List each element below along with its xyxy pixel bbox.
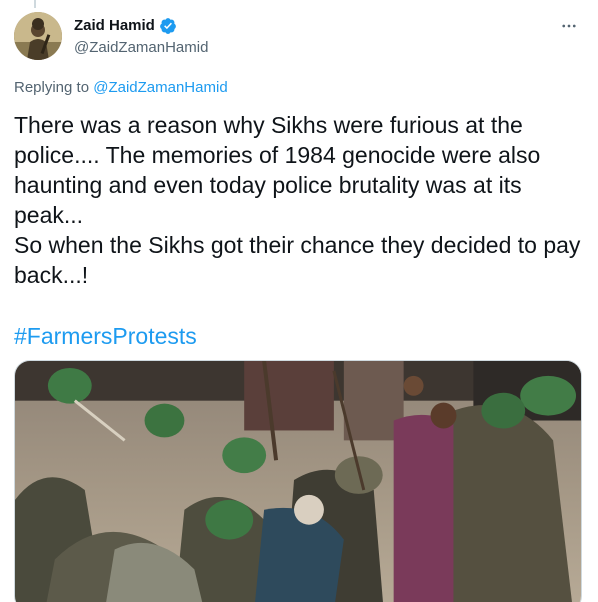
thread-connector-line (34, 0, 36, 8)
tweet-text-line: back...! (14, 262, 89, 288)
avatar[interactable] (14, 12, 62, 60)
profile-photo-icon (14, 12, 62, 60)
replying-to-link[interactable]: @ZaidZamanHamid (93, 79, 227, 96)
tweet-text-line: peak... (14, 202, 84, 228)
video-thumbnail-icon (15, 361, 581, 602)
tweet-text-line: There was a reason why Sikhs were furiou… (14, 112, 523, 138)
more-options-icon (562, 24, 576, 28)
tweet-text-line: police.... The memories of 1984 genocide… (14, 142, 541, 168)
tweet-text-line: haunting and even today police brutality… (14, 172, 522, 198)
hashtag-link[interactable]: #FarmersProtests (14, 321, 197, 351)
tweet-text-line: So when the Sikhs got their chance they … (14, 232, 581, 258)
tweet-body: There was a reason why Sikhs were furiou… (14, 110, 588, 290)
verified-badge-icon (159, 17, 177, 35)
more-options-button[interactable] (556, 16, 582, 36)
author-display-name[interactable]: Zaid Hamid (74, 16, 155, 36)
tweet-card[interactable]: Zaid Hamid @ZaidZamanHamid Replying to @… (0, 0, 598, 602)
author-handle[interactable]: @ZaidZamanHamid (74, 38, 208, 58)
replying-prefix: Replying to (14, 79, 90, 96)
author-info[interactable]: Zaid Hamid @ZaidZamanHamid (74, 16, 208, 58)
replying-to-line: Replying to @ZaidZamanHamid (14, 78, 228, 98)
tweet-media[interactable] (14, 360, 582, 602)
